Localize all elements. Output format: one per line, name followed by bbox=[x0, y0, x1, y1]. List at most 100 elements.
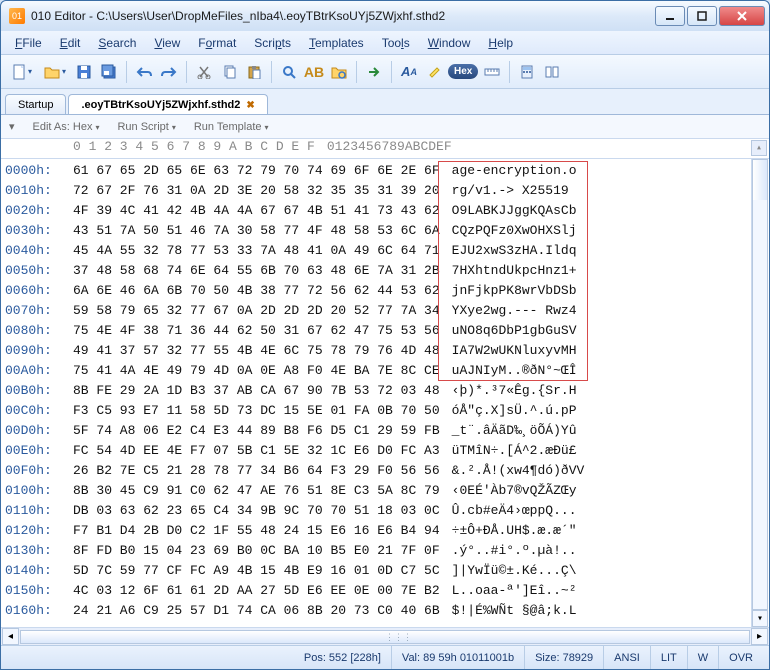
ascii-cell[interactable]: ‹0EÉ'Àb7®vQŽÃZŒy bbox=[440, 481, 577, 501]
hex-row[interactable]: 0040h:45 4A 55 32 78 77 53 33 7A 48 41 0… bbox=[1, 241, 769, 261]
menu-view[interactable]: View bbox=[146, 34, 188, 52]
hex-row[interactable]: 0090h:49 41 37 57 32 77 55 4B 4E 6C 75 7… bbox=[1, 341, 769, 361]
ascii-cell[interactable]: uAJNIyM..®ðN°~ŒÎ bbox=[440, 361, 577, 381]
ascii-cell[interactable]: _t¨.âÄãD‰¸öÕÁ)Yû bbox=[440, 421, 577, 441]
editbar-overflow-button[interactable]: ▾ bbox=[9, 120, 15, 133]
hex-row[interactable]: 0150h:4C 03 12 6F 61 61 2D AA 27 5D E6 E… bbox=[1, 581, 769, 601]
find-replace-button[interactable]: АВ bbox=[303, 61, 325, 83]
bytes-cell[interactable]: 5F 74 A8 06 E2 C4 E3 44 89 B8 F6 D5 C1 2… bbox=[71, 421, 440, 441]
find-in-files-button[interactable] bbox=[328, 61, 350, 83]
hex-row[interactable]: 00C0h:F3 C5 93 E7 11 58 5D 73 DC 15 5E 0… bbox=[1, 401, 769, 421]
save-all-button[interactable] bbox=[98, 61, 120, 83]
compare-button[interactable] bbox=[541, 61, 563, 83]
hex-row[interactable]: 0020h:4F 39 4C 41 42 4B 4A 4A 67 67 4B 5… bbox=[1, 201, 769, 221]
bytes-cell[interactable]: 45 4A 55 32 78 77 53 33 7A 48 41 0A 49 6… bbox=[71, 241, 440, 261]
ascii-cell[interactable]: ‹þ)*.³7«Êg.{Sr.H bbox=[440, 381, 577, 401]
ascii-cell[interactable]: ÷±Ô+ÐÅ.UH$.æ.æ´" bbox=[440, 521, 577, 541]
bytes-cell[interactable]: 72 67 2F 76 31 0A 2D 3E 20 58 32 35 35 3… bbox=[71, 181, 440, 201]
hex-row[interactable]: 00F0h:26 B2 7E C5 21 28 78 77 34 B6 64 F… bbox=[1, 461, 769, 481]
edit-as-dropdown[interactable]: Edit As: Hex▾ bbox=[33, 121, 100, 133]
bytes-cell[interactable]: 4C 03 12 6F 61 61 2D AA 27 5D E6 EE 0E 0… bbox=[71, 581, 440, 601]
hex-row[interactable]: 0030h:43 51 7A 50 51 46 7A 30 58 77 4F 4… bbox=[1, 221, 769, 241]
ascii-cell[interactable]: üTMîN÷.[Á^2.æÐü£ bbox=[440, 441, 577, 461]
ascii-cell[interactable]: rg/v1.-> X25519 bbox=[440, 181, 577, 201]
ascii-cell[interactable]: jnFjkpPK8wrVbDSb bbox=[440, 281, 577, 301]
bytes-cell[interactable]: F7 B1 D4 2B D0 C2 1F 55 48 24 15 E6 16 E… bbox=[71, 521, 440, 541]
ascii-cell[interactable]: IA7W2wUKNluxyvMH bbox=[440, 341, 577, 361]
hex-row[interactable]: 00E0h:FC 54 4D EE 4E F7 07 5B C1 5E 32 1… bbox=[1, 441, 769, 461]
horizontal-scrollbar[interactable]: ◂ ⋮⋮⋮ ▸ bbox=[1, 627, 769, 645]
bytes-cell[interactable]: 61 67 65 2D 65 6E 63 72 79 70 74 69 6F 6… bbox=[71, 161, 440, 181]
tab-file[interactable]: .eoyTBtrKsoUYj5ZWjxhf.sthd2 ✖ bbox=[68, 94, 267, 114]
menu-format[interactable]: Format bbox=[190, 34, 244, 52]
hex-view[interactable]: 0000h:61 67 65 2D 65 6E 63 72 79 70 74 6… bbox=[1, 159, 769, 627]
bytes-cell[interactable]: 59 58 79 65 32 77 67 0A 2D 2D 2D 20 52 7… bbox=[71, 301, 440, 321]
hex-row[interactable]: 00A0h:75 41 4A 4E 49 79 4D 0A 0E A8 F0 4… bbox=[1, 361, 769, 381]
ascii-cell[interactable]: Û.cb#eÄ4›œppQ... bbox=[440, 501, 577, 521]
minimize-button[interactable] bbox=[655, 6, 685, 26]
ascii-cell[interactable]: CQzPQFz0XwOHXSlj bbox=[440, 221, 577, 241]
bytes-cell[interactable]: 8B FE 29 2A 1D B3 37 AB CA 67 90 7B 53 7… bbox=[71, 381, 440, 401]
hex-row[interactable]: 0140h:5D 7C 59 77 CF FC A9 4B 15 4B E9 1… bbox=[1, 561, 769, 581]
status-ovr[interactable]: OVR bbox=[719, 646, 763, 669]
ruler-button[interactable] bbox=[481, 61, 503, 83]
tab-startup[interactable]: Startup bbox=[5, 94, 66, 114]
hex-row[interactable]: 0110h:DB 03 63 62 23 65 C4 34 9B 9C 70 7… bbox=[1, 501, 769, 521]
run-script-dropdown[interactable]: Run Script▾ bbox=[117, 121, 175, 133]
redo-button[interactable] bbox=[158, 61, 180, 83]
ascii-cell[interactable]: L..oaa-ª']Eî..~² bbox=[440, 581, 577, 601]
bytes-cell[interactable]: 5D 7C 59 77 CF FC A9 4B 15 4B E9 16 01 0… bbox=[71, 561, 440, 581]
menu-templates[interactable]: Templates bbox=[301, 34, 372, 52]
bytes-cell[interactable]: 8B 30 45 C9 91 C0 62 47 AE 76 51 8E C3 5… bbox=[71, 481, 440, 501]
close-tab-icon[interactable]: ✖ bbox=[246, 100, 254, 111]
bytes-cell[interactable]: 37 48 58 68 74 6E 64 55 6B 70 63 48 6E 7… bbox=[71, 261, 440, 281]
bytes-cell[interactable]: 24 21 A6 C9 25 57 D1 74 CA 06 8B 20 73 C… bbox=[71, 601, 440, 621]
menu-tools[interactable]: Tools bbox=[374, 34, 418, 52]
ascii-cell[interactable]: &.².Å!(xw4¶dó)ðVV bbox=[440, 461, 585, 481]
copy-button[interactable] bbox=[218, 61, 240, 83]
bytes-cell[interactable]: 75 4E 4F 38 71 36 44 62 50 31 67 62 47 7… bbox=[71, 321, 440, 341]
bytes-cell[interactable]: 4F 39 4C 41 42 4B 4A 4A 67 67 4B 51 41 7… bbox=[71, 201, 440, 221]
goto-button[interactable] bbox=[363, 61, 385, 83]
run-template-dropdown[interactable]: Run Template▾ bbox=[194, 121, 269, 133]
hex-mode-button[interactable]: Hex bbox=[448, 64, 478, 79]
bytes-cell[interactable]: 6A 6E 46 6A 6B 70 50 4B 38 77 72 56 62 4… bbox=[71, 281, 440, 301]
cut-button[interactable] bbox=[193, 61, 215, 83]
find-button[interactable] bbox=[278, 61, 300, 83]
menu-scripts[interactable]: Scripts bbox=[246, 34, 299, 52]
hex-row[interactable]: 0100h:8B 30 45 C9 91 C0 62 47 AE 76 51 8… bbox=[1, 481, 769, 501]
ascii-cell[interactable]: óÅ"ç.X]sÜ.^.ú.pP bbox=[440, 401, 577, 421]
bytes-cell[interactable]: DB 03 63 62 23 65 C4 34 9B 9C 70 70 51 1… bbox=[71, 501, 440, 521]
hex-row[interactable]: 00B0h:8B FE 29 2A 1D B3 37 AB CA 67 90 7… bbox=[1, 381, 769, 401]
menu-edit[interactable]: Edit bbox=[52, 34, 89, 52]
hex-row[interactable]: 0130h:8F FD B0 15 04 23 69 B0 0C BA 10 B… bbox=[1, 541, 769, 561]
paste-button[interactable] bbox=[243, 61, 265, 83]
maximize-button[interactable] bbox=[687, 6, 717, 26]
highlight-button[interactable] bbox=[423, 61, 445, 83]
bytes-cell[interactable]: 8F FD B0 15 04 23 69 B0 0C BA 10 B5 E0 2… bbox=[71, 541, 440, 561]
hex-row[interactable]: 0120h:F7 B1 D4 2B D0 C2 1F 55 48 24 15 E… bbox=[1, 521, 769, 541]
font-button[interactable]: AA bbox=[398, 61, 420, 83]
menu-window[interactable]: Window bbox=[420, 34, 479, 52]
menu-file[interactable]: FFileFile bbox=[7, 34, 50, 52]
hex-row[interactable]: 0000h:61 67 65 2D 65 6E 63 72 79 70 74 6… bbox=[1, 161, 769, 181]
open-file-button[interactable]: ▾ bbox=[40, 61, 70, 83]
scroll-up-button[interactable]: ▴ bbox=[751, 140, 767, 156]
status-size[interactable]: Size: 78929 bbox=[525, 646, 604, 669]
bytes-cell[interactable]: 43 51 7A 50 51 46 7A 30 58 77 4F 48 58 5… bbox=[71, 221, 440, 241]
ascii-cell[interactable]: ]|YwÏü©±.Ké...Ç\ bbox=[440, 561, 577, 581]
hex-row[interactable]: 00D0h:5F 74 A8 06 E2 C4 E3 44 89 B8 F6 D… bbox=[1, 421, 769, 441]
status-val[interactable]: Val: 89 59h 01011001b bbox=[392, 646, 525, 669]
ascii-cell[interactable]: 7HXhtndUkpcHnz1+ bbox=[440, 261, 577, 281]
hex-row[interactable]: 0070h:59 58 79 65 32 77 67 0A 2D 2D 2D 2… bbox=[1, 301, 769, 321]
new-file-button[interactable]: ▾ bbox=[7, 61, 37, 83]
hex-row[interactable]: 0060h:6A 6E 46 6A 6B 70 50 4B 38 77 72 5… bbox=[1, 281, 769, 301]
status-width[interactable]: W bbox=[688, 646, 719, 669]
hex-row[interactable]: 0050h:37 48 58 68 74 6E 64 55 6B 70 63 4… bbox=[1, 261, 769, 281]
ascii-cell[interactable]: .ý°..#i°.º.µà!.. bbox=[440, 541, 577, 561]
status-endian[interactable]: LIT bbox=[651, 646, 688, 669]
vertical-scrollbar[interactable]: ▾ bbox=[751, 159, 768, 627]
save-button[interactable] bbox=[73, 61, 95, 83]
ascii-cell[interactable]: $!|É%WÑt §@â;k.L bbox=[440, 601, 577, 621]
scrollbar-thumb[interactable] bbox=[753, 160, 767, 200]
